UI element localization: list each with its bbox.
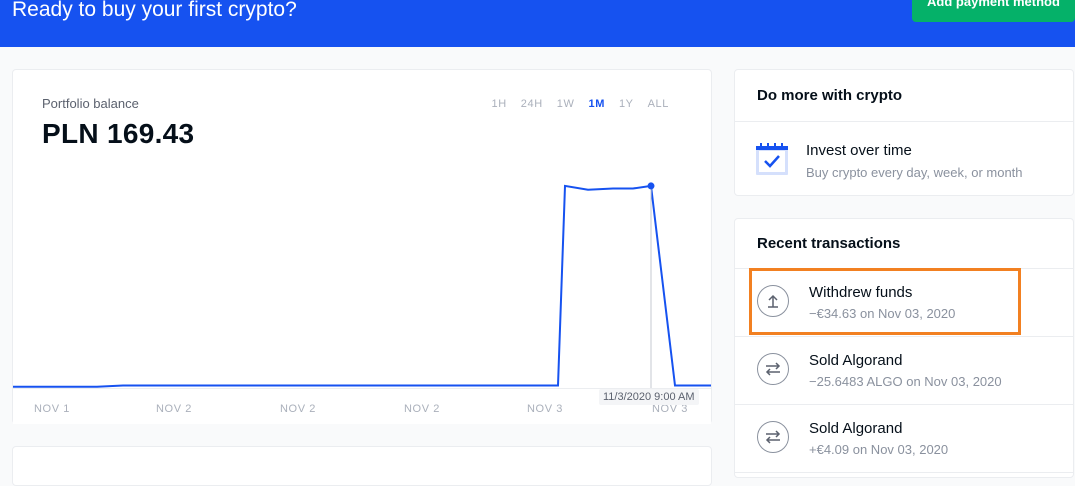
x-tick-label: NOV 2 xyxy=(156,403,193,415)
x-tick-label: NOV 1 xyxy=(34,403,71,415)
invest-over-time-subtitle: Buy crypto every day, week, or month xyxy=(806,165,1023,180)
portfolio-card: Portfolio balance PLN 169.43 1H 24H 1W 1… xyxy=(12,69,712,424)
x-tick-label: NOV 3 xyxy=(527,403,564,415)
chart-hover-timestamp: 11/3/2020 9:00 AM xyxy=(599,389,699,405)
x-tick-label: NOV 2 xyxy=(404,403,441,415)
do-more-title: Do more with crypto xyxy=(735,70,1073,122)
portfolio-balance-line xyxy=(13,184,711,388)
hover-point-marker xyxy=(647,182,655,190)
invest-over-time-item[interactable]: Invest over time Buy crypto every day, w… xyxy=(735,122,1073,196)
swap-arrows-icon xyxy=(757,421,789,453)
portfolio-chart[interactable] xyxy=(13,70,711,424)
transaction-subtitle: −25.6483 ALGO on Nov 03, 2020 xyxy=(809,374,1002,389)
add-payment-method-button[interactable]: Add payment method xyxy=(912,0,1075,22)
transaction-title: Sold Algorand xyxy=(809,420,903,437)
invest-over-time-title: Invest over time xyxy=(806,142,912,159)
calendar-check-icon xyxy=(756,143,788,175)
transaction-subtitle: +€4.09 on Nov 03, 2020 xyxy=(809,442,949,457)
transaction-row[interactable]: Sold Algorand −25.6483 ALGO on Nov 03, 2… xyxy=(735,337,1073,405)
withdraw-arrow-up-icon xyxy=(757,285,789,317)
recent-transactions-card: Recent transactions Withdrew funds −€34.… xyxy=(734,218,1074,478)
banner-title: Ready to buy your first crypto? xyxy=(12,0,297,21)
secondary-card xyxy=(12,446,712,486)
transaction-subtitle: −€34.63 on Nov 03, 2020 xyxy=(809,306,956,321)
transaction-title: Sold Algorand xyxy=(809,352,903,369)
transaction-row[interactable]: Sold Algorand +€4.09 on Nov 03, 2020 xyxy=(735,405,1073,473)
swap-arrows-icon xyxy=(757,353,789,385)
recent-transactions-title: Recent transactions xyxy=(735,219,1073,269)
transaction-title: Withdrew funds xyxy=(809,284,913,301)
do-more-card: Do more with crypto Invest over time Buy… xyxy=(734,69,1074,196)
x-tick-label: NOV 2 xyxy=(280,403,317,415)
transaction-row[interactable]: Withdrew funds −€34.63 on Nov 03, 2020 xyxy=(735,269,1073,337)
promo-banner: Ready to buy your first crypto? Add paym… xyxy=(0,0,1075,47)
